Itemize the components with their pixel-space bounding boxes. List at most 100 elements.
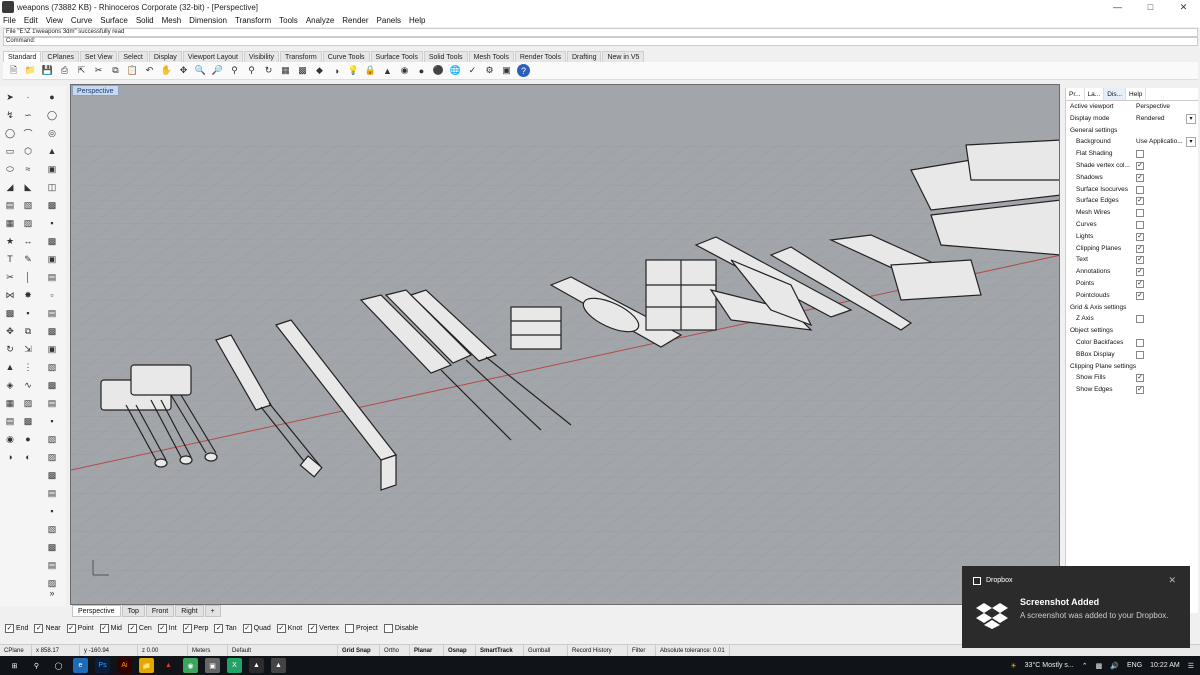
menu-view[interactable]: View [46, 16, 63, 25]
flat-shading-checkbox[interactable] [1136, 150, 1144, 159]
menu-dimension[interactable]: Dimension [189, 16, 227, 25]
analyze-tool-icon[interactable]: ◈ [3, 378, 17, 392]
rhino-active-taskbar-icon[interactable]: ▲ [271, 658, 286, 673]
notification-icon[interactable]: ☰ [1188, 662, 1194, 670]
osnap-point[interactable]: ✓ Point [66, 624, 94, 633]
clipping-planes-checkbox[interactable]: ✓ [1136, 244, 1144, 253]
osnap-mid[interactable]: ✓ Mid [99, 624, 122, 633]
osnap-checkbox[interactable]: ✓ [99, 624, 109, 633]
extract-surface-icon[interactable]: ▤ [45, 306, 59, 320]
hide-tool-icon[interactable]: ◑ [3, 450, 17, 464]
light-icon[interactable]: ★ [3, 234, 17, 248]
osnap-checkbox[interactable]: ✓ [276, 624, 286, 633]
osnap-near[interactable]: ✓ Near [34, 624, 61, 633]
layout-tool-icon[interactable]: ▨ [21, 396, 35, 410]
curvature-tool-icon[interactable]: ∿ [21, 378, 35, 392]
tab-display[interactable]: Dis... [1104, 88, 1127, 100]
osnap-int[interactable]: ✓ Int [157, 624, 177, 633]
toolbar-tab-standard[interactable]: Standard [3, 51, 42, 62]
toolbar-tab-viewport-layout[interactable]: Viewport Layout [182, 51, 243, 62]
color-backfaces-checkbox[interactable] [1136, 338, 1144, 347]
point-icon[interactable]: · [21, 90, 35, 104]
zoom-selected-icon[interactable]: ⚲ [245, 64, 258, 77]
osnap-quad[interactable]: ✓ Quad [242, 624, 271, 633]
osnap-checkbox[interactable]: ✓ [66, 624, 76, 633]
osnap-checkbox[interactable]: ✓ [214, 624, 224, 633]
menu-panels[interactable]: Panels [377, 16, 401, 25]
menu-curve[interactable]: Curve [71, 16, 92, 25]
join-icon[interactable]: ⋈ [3, 288, 17, 302]
move-tool-icon[interactable]: ✥ [3, 324, 17, 338]
osnap-checkbox[interactable] [345, 624, 355, 633]
dropbox-notification[interactable]: Dropbox ✕ Screenshot Added A screenshot … [962, 566, 1190, 648]
freeform-icon[interactable]: ≈ [21, 162, 35, 176]
circle-icon[interactable]: ◯ [3, 126, 17, 140]
surface-icon[interactable]: ◢ [3, 180, 17, 194]
osnap-disable[interactable]: Disable [383, 624, 418, 633]
tab-front[interactable]: Front [145, 605, 175, 617]
dimension-icon[interactable]: ✓ [466, 64, 479, 77]
smarttrack-toggle[interactable]: SmartTrack [476, 645, 524, 656]
menu-render[interactable]: Render [342, 16, 368, 25]
display-mode-select[interactable]: Rendered [1136, 113, 1165, 125]
show-tool-icon[interactable]: ◐ [21, 450, 35, 464]
shape-tool-e-icon[interactable]: ▧ [45, 432, 59, 446]
scale-tool-icon[interactable]: ⇲ [21, 342, 35, 356]
toolbar-overflow-icon[interactable]: » [45, 586, 59, 600]
new-file-icon[interactable]: 🗎 [7, 64, 20, 77]
windows-start-icon[interactable]: ⊞ [7, 658, 22, 673]
command-input[interactable]: Command: [3, 37, 1198, 46]
tab-top[interactable]: Top [121, 605, 145, 617]
menu-analyze[interactable]: Analyze [306, 16, 334, 25]
menu-edit[interactable]: Edit [24, 16, 38, 25]
tab-right[interactable]: Right [175, 605, 204, 617]
edge-browser-icon[interactable]: e [73, 658, 88, 673]
light-bulb-icon[interactable]: 💡 [347, 64, 360, 77]
toolbar-tab-select[interactable]: Select [118, 51, 148, 62]
weather-icon[interactable]: ☀ [1010, 662, 1016, 670]
shape-tool-b-icon[interactable]: ▩ [45, 378, 59, 392]
show-edges-checkbox[interactable]: ✓ [1136, 386, 1144, 395]
osnap-vertex[interactable]: ✓ Vertex [308, 624, 339, 633]
patch-icon[interactable]: ◣ [21, 180, 35, 194]
cylinder-tool-icon[interactable]: ◯ [45, 108, 59, 122]
copy-tool-icon[interactable]: ⧉ [21, 324, 35, 338]
gumball-toggle[interactable]: Gumball [524, 645, 568, 656]
select-arrow-icon[interactable]: ➤ [3, 90, 17, 104]
perspective-viewport[interactable] [70, 84, 1060, 605]
tab-properties[interactable]: Pr... [1066, 88, 1085, 100]
cap-icon[interactable]: ▫ [45, 288, 59, 302]
pointclouds-checkbox[interactable]: ✓ [1136, 291, 1144, 300]
rotate-view-icon[interactable]: ↻ [262, 64, 275, 77]
language-indicator[interactable]: ENG [1127, 662, 1142, 669]
fillet-edge-icon[interactable]: ▣ [45, 252, 59, 266]
open-folder-icon[interactable]: 📁 [24, 64, 37, 77]
render-tool-icon[interactable]: ◉ [3, 432, 17, 446]
show-fills-checkbox[interactable]: ✓ [1136, 374, 1144, 383]
move-icon[interactable]: ✥ [177, 64, 190, 77]
maximize-button[interactable]: □ [1134, 0, 1167, 14]
cplane-icon[interactable]: ▩ [296, 64, 309, 77]
render-color-icon[interactable]: ◉ [398, 64, 411, 77]
explode-icon[interactable]: ✸ [21, 288, 35, 302]
lock-icon[interactable]: 🔒 [364, 64, 377, 77]
tab-perspective[interactable]: Perspective [72, 605, 121, 617]
shape-tool-h-icon[interactable]: ▤ [45, 486, 59, 500]
osnap-perp[interactable]: ✓ Perp [182, 624, 208, 633]
photoshop-icon[interactable]: Ps [95, 658, 110, 673]
sphere-tool-icon[interactable]: ● [45, 90, 59, 104]
volume-icon[interactable]: 🔊 [1110, 662, 1119, 670]
rhino-taskbar-icon[interactable]: ▲ [249, 658, 264, 673]
render-sphere-icon[interactable]: ⚫ [432, 64, 445, 77]
search-icon[interactable]: ⚲ [29, 658, 44, 673]
toolbar-tab-surface-tools[interactable]: Surface Tools [370, 51, 423, 62]
toolbar-tab-render-tools[interactable]: Render Tools [514, 51, 566, 62]
lights-checkbox[interactable]: ✓ [1136, 232, 1144, 241]
tab-help[interactable]: Help [1126, 88, 1147, 100]
network-icon[interactable]: ▩ [1096, 662, 1103, 670]
solid-edit-icon[interactable]: ▣ [45, 342, 59, 356]
menu-transform[interactable]: Transform [235, 16, 271, 25]
record-history-toggle[interactable]: Record History [568, 645, 628, 656]
osnap-tan[interactable]: ✓ Tan [214, 624, 237, 633]
surface-edges-checkbox[interactable]: ✓ [1136, 197, 1144, 206]
